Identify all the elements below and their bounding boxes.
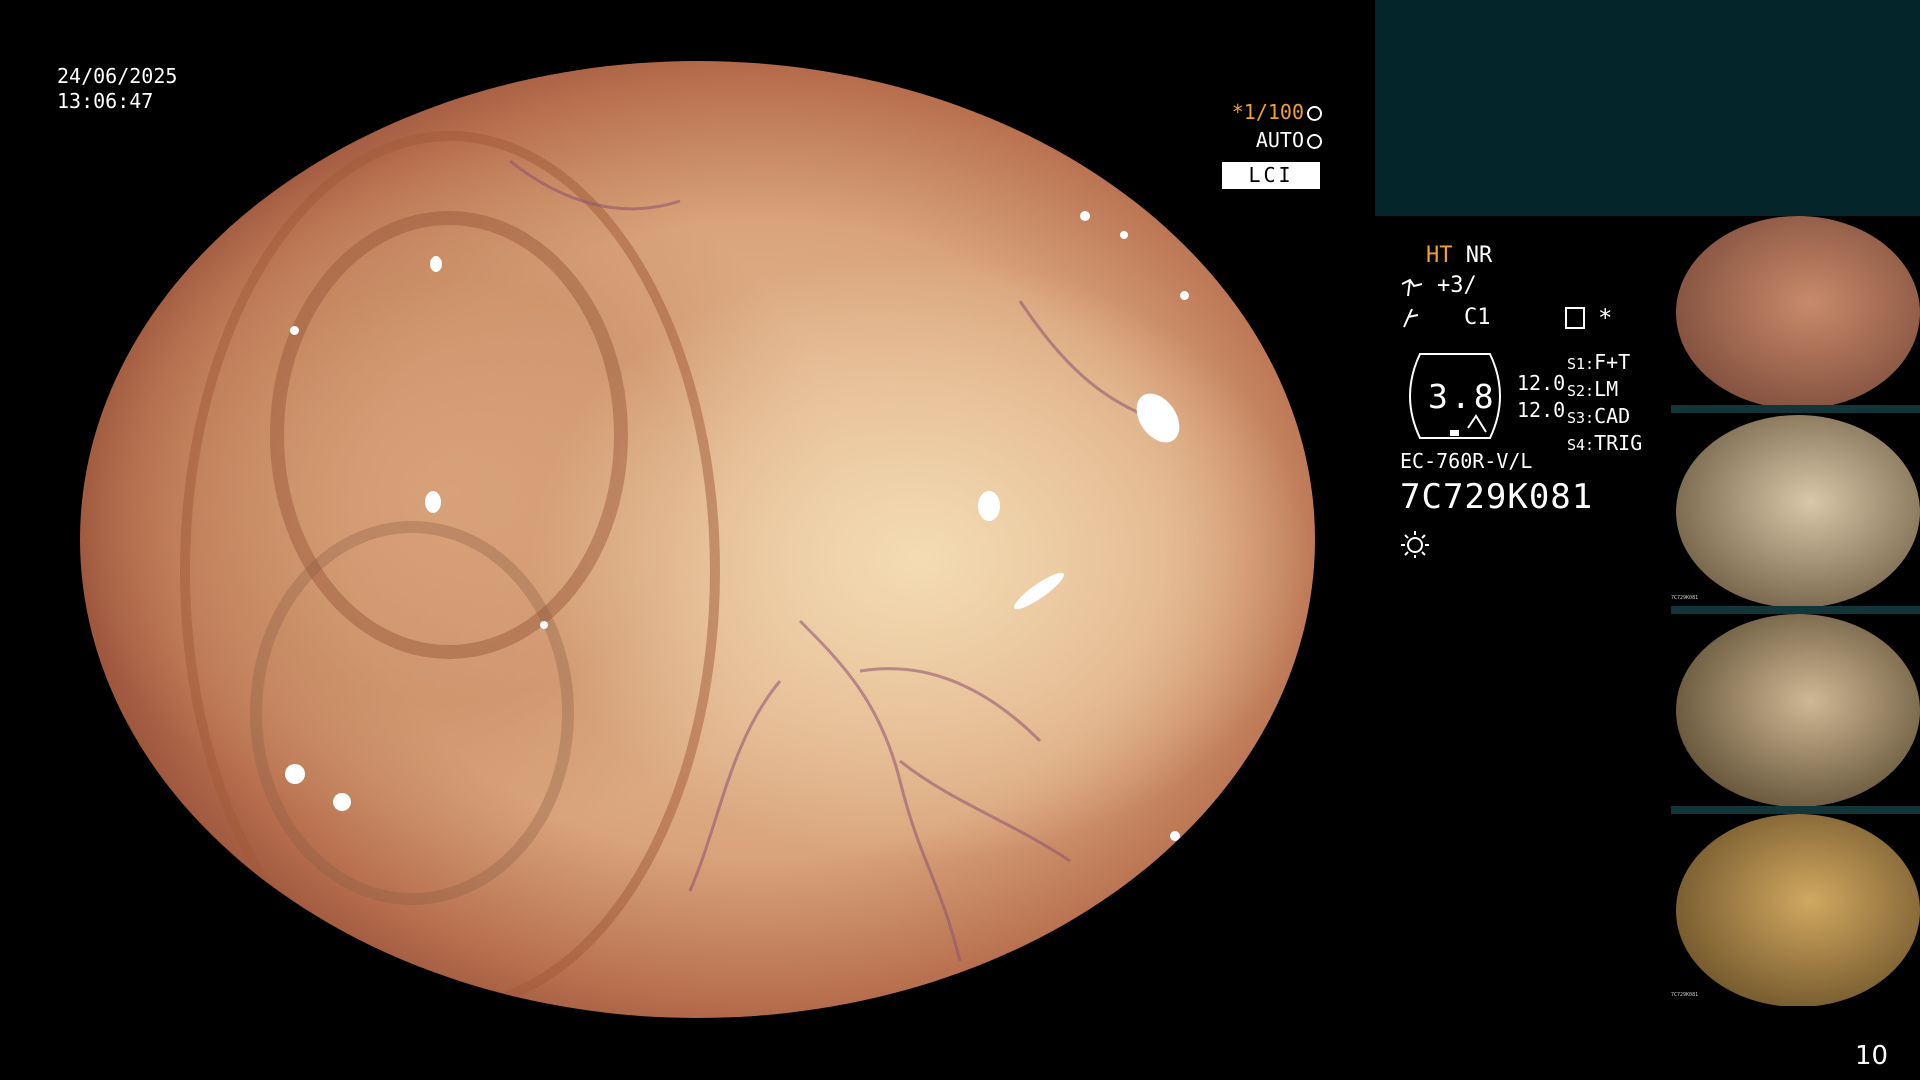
thumbnail-image [1676,814,1920,1006]
switch-key: S3: [1567,409,1595,427]
enhance-icon [1401,278,1423,297]
switch-key: S4: [1567,436,1595,454]
specular-highlight [1080,211,1090,221]
switch-key: S2: [1567,382,1595,400]
star-indicator: * [1598,304,1613,332]
thumbnail-caption: 7C729K081 [1671,595,1699,601]
enhance-value: +3/ [1437,273,1477,298]
switch-key: S1: [1567,355,1595,373]
view-mask [60,1018,1340,1080]
thumbnail[interactable]: 7C729K081 [1671,814,1920,1006]
color-mode-icon [1403,308,1419,328]
scope-serial: 7C729K081 [1400,477,1594,517]
switch-value: CAD [1594,404,1631,428]
specular-highlight [430,256,442,272]
specular-highlight [290,326,299,335]
ht-nr-line: HT NR [1426,243,1492,268]
color-mode-value: C1 [1464,305,1491,330]
gauge-readouts: 12.0 12.0 [1517,370,1565,424]
specular-highlight [978,491,1000,521]
datetime: 24/06/2025 13:06:47 [57,64,177,114]
view-mask [60,0,1340,61]
iris-mode: AUTO [1255,128,1304,152]
record-icon [1565,307,1585,329]
thumbnail[interactable] [1671,614,1920,807]
page-number: 10 [1855,1041,1889,1071]
endoscopy-monitor: 24/06/2025 13:06:47 *1/100 AUTO LCI HT N… [0,0,1920,1080]
thumbnail-image [1676,614,1920,807]
specular-highlight [1180,291,1189,300]
specular-highlight [1120,231,1128,239]
readout-2: 12.0 [1517,398,1566,422]
time-text: 13:06:47 [57,89,154,113]
switch-value: F+T [1594,350,1631,374]
specular-highlight [333,793,351,811]
readout-1: 12.0 [1517,371,1566,395]
aperture-icon [1307,106,1322,121]
scope-model: EC-760R-V/L [1400,449,1533,473]
shutter-speed: *1/100 [1231,100,1304,124]
thumbnail-divider [1671,405,1920,413]
thumbnail-divider [1671,806,1920,814]
lci-mode-label: LCI [1222,162,1320,189]
thumbnail[interactable]: 7C729K081 [1671,415,1920,608]
specular-highlight [425,491,441,513]
switch-value: LM [1594,377,1619,401]
date-text: 24/06/2025 [57,64,178,88]
light-source-icon [1401,531,1429,558]
thumbnail[interactable] [1671,216,1920,409]
exposure-overlay: *1/100 AUTO [1210,98,1322,154]
thumbnail-image [1676,216,1920,409]
specular-highlight [1170,831,1180,841]
info-panel-block [1375,0,1920,216]
thumbnail-caption: 7C729K081 [1671,992,1699,998]
specular-highlight [540,621,548,629]
endoscopic-image [80,61,1315,1018]
iris-icon [1307,134,1322,149]
ht-label: HT [1426,243,1453,268]
thumbnail-divider [1671,606,1920,614]
thumbnail-image [1676,415,1920,608]
switch-value: TRIG [1594,431,1643,455]
specular-highlight [285,764,305,784]
zoom-value: 3.8 [1428,377,1497,416]
switch-assignments: S1:F+T S2:LM S3:CAD S4:TRIG [1567,350,1642,458]
nr-label: NR [1465,243,1493,268]
vessel-pattern [509,159,1161,962]
